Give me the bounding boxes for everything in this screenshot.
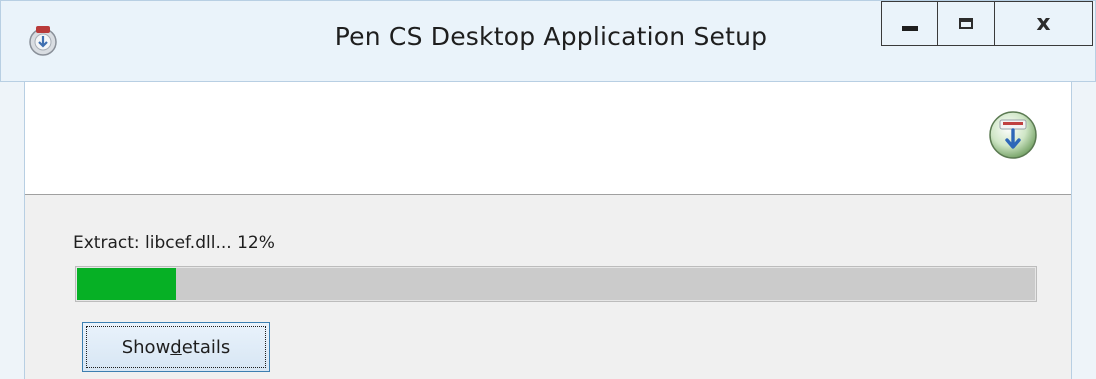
header-panel	[25, 82, 1071, 195]
window-title: Pen CS Desktop Application Setup	[334, 22, 768, 51]
install-download-icon	[989, 111, 1037, 159]
minimize-icon	[901, 26, 918, 31]
minimize-button[interactable]	[881, 1, 937, 46]
maximize-button[interactable]	[937, 1, 995, 46]
progress-track	[77, 268, 1035, 300]
installer-app-icon	[29, 26, 57, 56]
title-bar[interactable]: Pen CS Desktop Application Setup x	[0, 0, 1096, 82]
close-icon: x	[1036, 10, 1051, 36]
show-details-label-suffix: etails	[181, 336, 231, 358]
show-details-label-prefix: Show	[121, 336, 171, 358]
extraction-progress-bar	[75, 266, 1037, 302]
progress-status-text: Extract: libcef.dll... 12%	[73, 233, 275, 253]
show-details-focus-rect: Show d etails	[86, 326, 266, 368]
progress-fill	[77, 268, 176, 300]
caption-buttons: x	[881, 1, 1093, 48]
client-area: Extract: libcef.dll... 12% Show d etails	[24, 82, 1072, 379]
close-button[interactable]: x	[995, 1, 1093, 46]
show-details-button[interactable]: Show d etails	[82, 322, 270, 372]
show-details-accelerator: d	[170, 336, 182, 358]
setup-window: Pen CS Desktop Application Setup x Extra…	[0, 0, 1096, 379]
maximize-icon	[959, 18, 973, 29]
